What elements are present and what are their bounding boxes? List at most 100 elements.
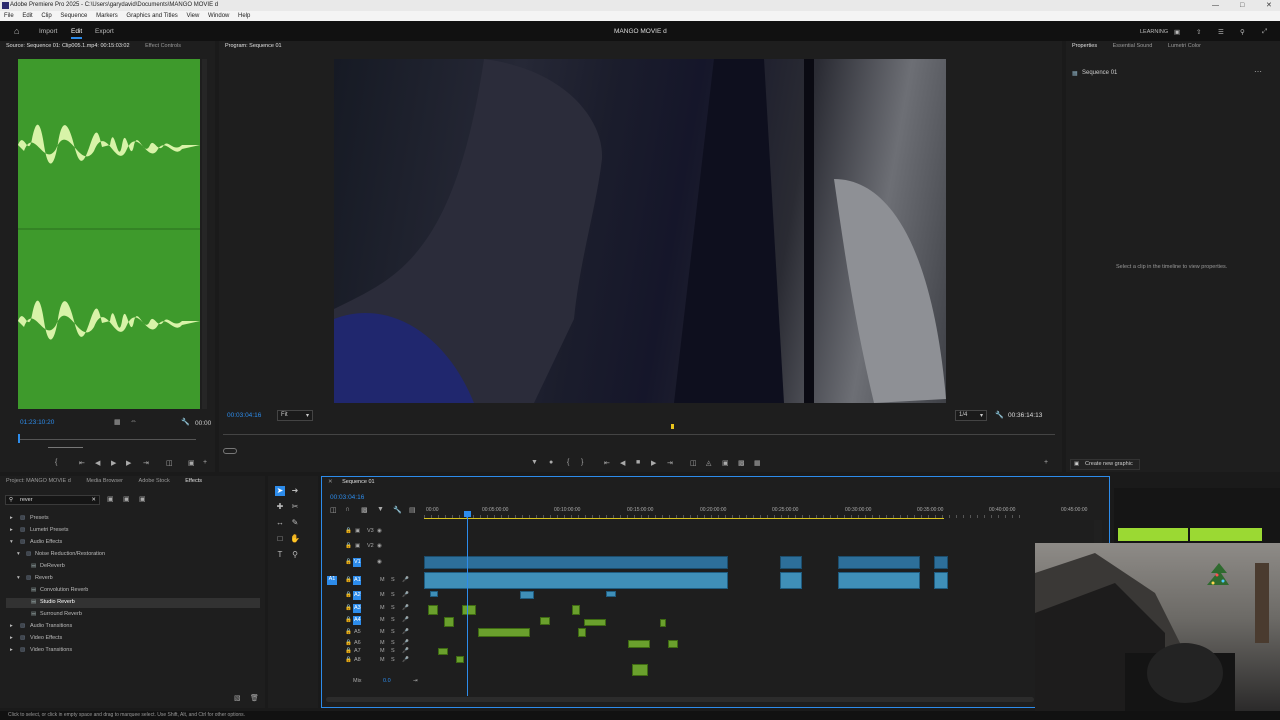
a8-clip[interactable] [456,656,464,663]
menu-clip[interactable]: Clip [41,13,51,19]
sync-icon[interactable]: ▣ [355,528,360,534]
yuv-effects-icon[interactable]: ▣ [139,495,146,503]
solo-button[interactable]: S [391,577,395,583]
tree-item-studio-reverb[interactable]: Studio Reverb [40,599,75,605]
restore-icon[interactable]: □ [1240,0,1244,11]
tree-item-convolution-reverb[interactable]: Convolution Reverb [40,587,88,593]
a1-clip[interactable] [838,572,920,589]
resolution-dropdown[interactable]: 1/4 ▾ [955,410,987,421]
source-playhead[interactable] [18,434,20,443]
tree-item-audio-effects[interactable]: Audio Effects [30,539,62,545]
menu-icon[interactable]: ☰ [1218,28,1224,36]
eye-icon[interactable]: ◉ [377,528,382,534]
tab-effect-controls[interactable]: Effect Controls [145,43,181,49]
add-button-icon[interactable]: + [203,459,207,466]
a8-clip[interactable] [632,664,648,676]
v1-clip[interactable] [934,556,948,569]
tree-item-dereverb[interactable]: DeReverb [40,563,65,569]
a4-clip[interactable] [660,619,666,627]
menu-markers[interactable]: Markers [96,13,118,19]
tab-lumetri-color[interactable]: Lumetri Color [1168,43,1201,49]
mark-in-icon[interactable]: { [55,459,57,466]
clear-search-icon[interactable]: ✕ [91,496,96,504]
wrench-icon[interactable]: 🔧 [181,418,190,426]
drag-audio-icon[interactable]: ⇔ [130,418,137,425]
captions-icon[interactable]: ▤ [409,506,416,514]
mute-button[interactable]: M [380,577,385,583]
v1-clip[interactable] [838,556,920,569]
pen-tool-icon[interactable]: ✎ [290,518,300,528]
a4-clip[interactable] [444,617,454,627]
tree-expand-icon[interactable]: ▸ [10,647,13,653]
audio-waveform[interactable] [18,59,200,409]
mute-button[interactable]: M [380,605,385,611]
a4-clip[interactable] [540,617,550,625]
lock-icon[interactable]: 🔒 [345,605,352,611]
tab-edit[interactable]: Edit [71,28,83,39]
vr-icon[interactable]: ▦ [754,459,761,467]
learning-label[interactable]: LEARNING [1140,29,1168,35]
export-frame-icon[interactable]: ▣ [188,459,195,467]
extract-icon[interactable]: ◬ [706,459,711,467]
stop-icon[interactable]: ■ [636,459,640,466]
tree-item-reverb[interactable]: Reverb [35,575,53,581]
a1-clip-main[interactable] [424,572,728,589]
tab-essential-sound[interactable]: Essential Sound [1113,43,1153,49]
timeline-timecode[interactable]: 00:03:04:16 [330,494,364,501]
menu-sequence[interactable]: Sequence [60,13,87,19]
lock-icon[interactable]: 🔒 [345,559,352,565]
home-icon[interactable]: ⌂ [14,26,19,36]
v1-clip-main[interactable] [424,556,728,569]
a3-clip[interactable] [462,605,476,615]
tree-item-video-effects[interactable]: Video Effects [30,635,62,641]
mic-icon[interactable]: 🎤 [402,657,409,663]
play-icon[interactable]: ▶ [111,459,116,467]
source-patch-a1[interactable]: A1 [327,576,337,585]
mute-button[interactable]: M [380,617,385,623]
add-button-icon[interactable]: + [1044,459,1048,466]
nest-icon[interactable]: ◫ [330,506,337,514]
marker-icon[interactable]: ▼ [531,459,538,466]
tree-item-presets[interactable]: Presets [30,515,49,521]
mute-button[interactable]: M [380,648,385,654]
ripple-edit-tool-icon[interactable]: ✚ [275,502,285,512]
tree-collapse-icon[interactable]: ▾ [10,539,13,545]
go-to-in-icon[interactable]: ⇤ [79,459,85,467]
camera-icon[interactable]: ▣ [722,459,729,467]
go-to-end-icon[interactable]: ⇥ [413,678,418,684]
program-timecode[interactable]: 00:03:04:16 [227,412,261,419]
a6-clip[interactable] [628,640,650,648]
menu-window[interactable]: Window [208,13,229,19]
solo-button[interactable]: S [391,592,395,598]
tab-program[interactable]: Program: Sequence 01 [225,43,282,49]
tree-expand-icon[interactable]: ▸ [10,623,13,629]
lock-icon[interactable]: 🔒 [345,629,352,635]
slip-tool-icon[interactable]: ↔ [275,518,285,528]
go-to-in-icon[interactable]: ⇤ [604,459,610,467]
mic-icon[interactable]: 🎤 [402,592,409,598]
mute-button[interactable]: M [380,592,385,598]
razor-tool-icon[interactable]: ✂ [290,502,300,512]
timeline-settings-icon[interactable]: 🔧 [393,506,402,514]
a3-clip[interactable] [428,605,438,615]
tree-expand-icon[interactable]: ▸ [10,635,13,641]
step-forward-icon[interactable]: ▶ [651,459,656,467]
tree-item-noise-reduction[interactable]: Noise Reduction/Restoration [35,551,105,557]
mic-icon[interactable]: 🎤 [402,617,409,623]
workspaces-icon[interactable]: ▣ [1174,28,1180,36]
a5-clip[interactable] [578,628,586,637]
tab-effects[interactable]: Effects [185,478,202,484]
tree-item-video-transitions[interactable]: Video Transitions [30,647,72,653]
menu-graphics[interactable]: Graphics and Titles [126,13,177,19]
a2-clip[interactable] [520,591,534,599]
eye-icon[interactable]: ◉ [377,543,382,549]
mic-icon[interactable]: 🎤 [402,605,409,611]
step-forward-icon[interactable]: ▶ [126,459,131,467]
solo-button[interactable]: S [391,605,395,611]
a7-clip[interactable] [438,648,448,655]
mute-button[interactable]: M [380,657,385,663]
a2-clip[interactable] [430,591,438,597]
tree-collapse-icon[interactable]: ▾ [17,575,20,581]
snap-icon[interactable]: ∩ [345,506,350,513]
tab-source[interactable]: Source: Sequence 01: Clip005.1.mp4: 00:1… [6,43,130,49]
